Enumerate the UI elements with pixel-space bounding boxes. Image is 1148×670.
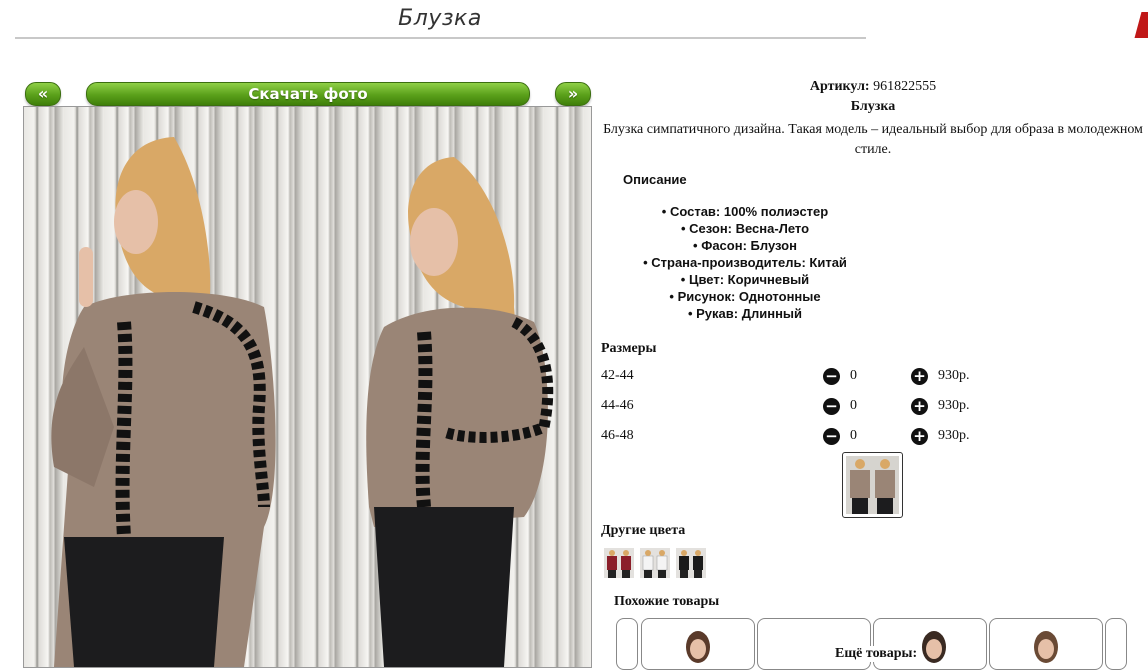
product-name: Блузка (850, 99, 896, 114)
next-photo-button[interactable]: » (555, 82, 591, 106)
spec-item: Цвет: Коричневый (600, 271, 890, 288)
size-price: 930р. (938, 428, 970, 443)
product-photo-illustration (51, 137, 554, 667)
article-label: Артикул: (809, 79, 870, 94)
page-title: Блузка (398, 6, 482, 31)
quantity-value: 0 (850, 398, 857, 413)
model-left (51, 137, 276, 667)
spec-item: Сезон: Весна-Лето (600, 220, 890, 237)
similar-product-card[interactable] (873, 618, 987, 670)
swatch-image (607, 550, 631, 578)
more-products-label: Ещё товары: (833, 646, 920, 662)
sizes-heading: Размеры (601, 341, 657, 356)
similar-product-card[interactable] (641, 618, 755, 670)
quantity-value: 0 (850, 368, 857, 383)
spec-list: Состав: 100% полиэстер Сезон: Весна-Лето… (600, 203, 890, 322)
plus-circle-icon[interactable]: + (911, 428, 928, 445)
carousel-next-button[interactable] (1105, 618, 1127, 670)
carousel-prev-button[interactable] (616, 618, 638, 670)
spec-item: Страна-производитель: Китай (600, 254, 890, 271)
similar-product-image (686, 631, 710, 663)
close-icon[interactable] (1134, 12, 1148, 38)
model-right (366, 157, 554, 667)
description-heading: Описание (623, 172, 687, 187)
article-value: 961822555 (873, 79, 937, 94)
minus-circle-icon[interactable]: − (823, 428, 840, 445)
product-photo[interactable] (23, 106, 592, 668)
size-label: 44-46 (601, 398, 634, 413)
color-swatch-black[interactable] (676, 548, 706, 578)
title-divider (15, 37, 866, 39)
size-label: 42-44 (601, 368, 634, 383)
color-swatch-white[interactable] (640, 548, 670, 578)
thumbnail-image (846, 456, 899, 514)
size-row: 44-46 − 0 + 930р. (601, 398, 1001, 418)
plus-circle-icon[interactable]: + (911, 368, 928, 385)
download-photo-button[interactable]: Скачать фото (86, 82, 530, 106)
swatch-image (679, 550, 703, 578)
minus-circle-icon[interactable]: − (823, 398, 840, 415)
article-line: Артикул: 961822555 (600, 79, 1146, 95)
minus-circle-icon[interactable]: − (823, 368, 840, 385)
spec-item: Фасон: Блузон (600, 237, 890, 254)
similar-product-image (1034, 631, 1058, 663)
swatch-image (642, 550, 668, 578)
size-row: 46-48 − 0 + 930р. (601, 428, 1001, 448)
spec-item: Рисунок: Однотонные (600, 288, 890, 305)
similar-product-card[interactable] (989, 618, 1103, 670)
similar-products-heading: Похожие товары (614, 594, 720, 609)
size-label: 46-48 (601, 428, 634, 443)
color-swatch-burgundy[interactable] (604, 548, 634, 578)
size-price: 930р. (938, 368, 970, 383)
size-price: 930р. (938, 398, 970, 413)
plus-circle-icon[interactable]: + (911, 398, 928, 415)
product-description: Блузка симпатичного дизайна. Такая модел… (603, 122, 1143, 157)
prev-photo-button[interactable]: « (25, 82, 61, 106)
other-colors-heading: Другие цвета (601, 523, 686, 538)
quantity-value: 0 (850, 428, 857, 443)
size-row: 42-44 − 0 + 930р. (601, 368, 1001, 388)
spec-item: Рукав: Длинный (600, 305, 890, 322)
photo-thumbnail[interactable] (842, 452, 903, 518)
similar-product-card[interactable] (757, 618, 871, 670)
spec-item: Состав: 100% полиэстер (600, 203, 890, 220)
